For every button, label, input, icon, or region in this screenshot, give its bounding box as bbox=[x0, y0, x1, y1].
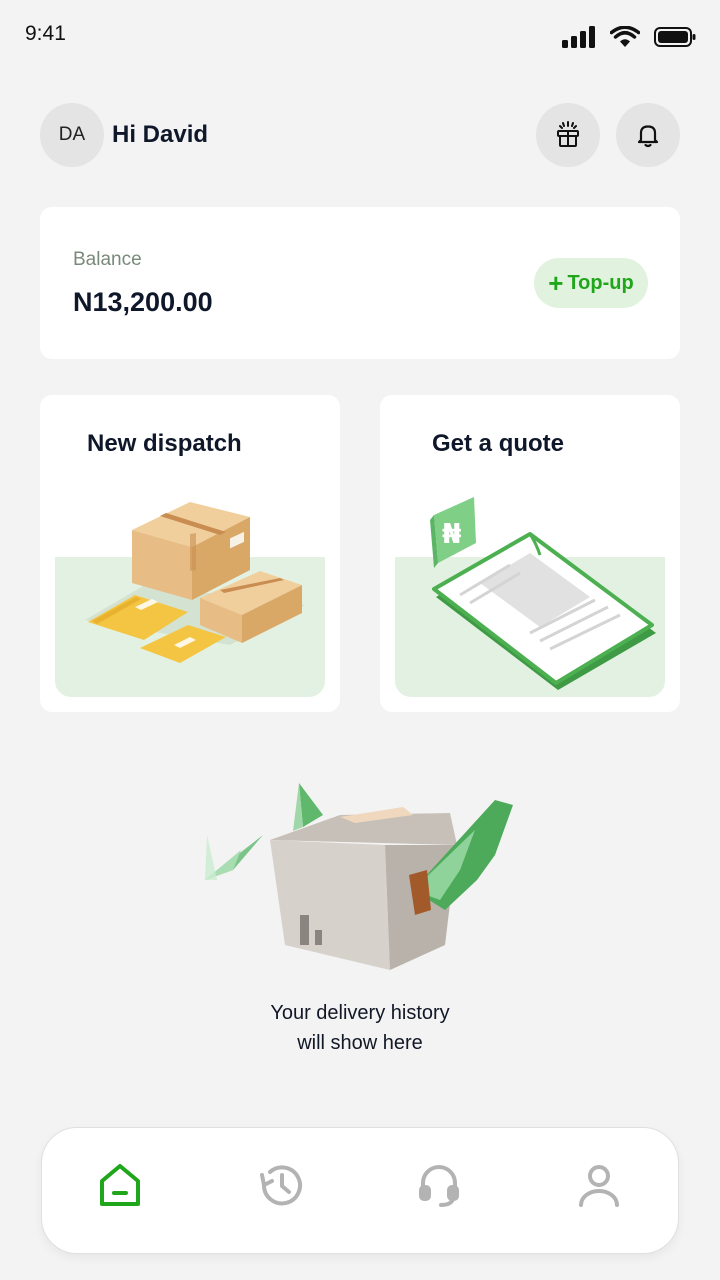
new-dispatch-title: New dispatch bbox=[87, 430, 242, 457]
signal-icon bbox=[562, 26, 595, 48]
bottom-nav bbox=[41, 1127, 679, 1254]
status-time: 9:41 bbox=[25, 22, 66, 45]
nav-profile[interactable] bbox=[575, 1161, 623, 1209]
profile-icon bbox=[579, 1165, 619, 1207]
svg-text:₦: ₦ bbox=[442, 517, 461, 550]
headset-icon bbox=[419, 1165, 459, 1207]
balance-label: Balance bbox=[73, 249, 142, 270]
get-quote-card[interactable]: Get a quote ₦ bbox=[380, 395, 680, 712]
plus-icon: + bbox=[548, 268, 564, 298]
greeting: Hi David bbox=[112, 121, 209, 148]
header: DA Hi David bbox=[40, 103, 680, 167]
get-quote-title: Get a quote bbox=[432, 430, 565, 457]
empty-state-message: Your delivery history will show here bbox=[0, 998, 720, 1058]
nav-home[interactable] bbox=[96, 1161, 144, 1209]
avatar-initials: DA bbox=[58, 124, 86, 145]
nav-history[interactable] bbox=[256, 1161, 304, 1209]
empty-state-line1: Your delivery history bbox=[270, 1002, 450, 1024]
nav-support[interactable] bbox=[415, 1161, 463, 1209]
empty-state-line2: will show here bbox=[297, 1032, 423, 1054]
status-icons bbox=[562, 26, 696, 48]
topup-label: Top-up bbox=[567, 271, 634, 294]
balance-amount: N13,200.00 bbox=[73, 287, 213, 317]
home-icon bbox=[100, 1164, 140, 1206]
status-bar: 9:41 bbox=[0, 0, 720, 70]
bell-icon bbox=[637, 125, 659, 148]
avatar[interactable]: DA bbox=[40, 103, 104, 167]
balance-card: Balance N13,200.00 + Top-up bbox=[40, 207, 680, 359]
wifi-icon bbox=[610, 26, 640, 47]
quote-document-illustration: ₦ bbox=[430, 497, 656, 690]
topup-button[interactable]: + Top-up bbox=[534, 258, 648, 308]
new-dispatch-card[interactable]: New dispatch bbox=[40, 395, 340, 712]
history-icon bbox=[260, 1165, 302, 1206]
gift-button[interactable] bbox=[536, 103, 600, 167]
battery-icon bbox=[654, 27, 696, 47]
gift-icon bbox=[557, 121, 579, 147]
notifications-button[interactable] bbox=[616, 103, 680, 167]
packages-illustration bbox=[85, 502, 305, 663]
empty-box-illustration bbox=[205, 783, 513, 970]
